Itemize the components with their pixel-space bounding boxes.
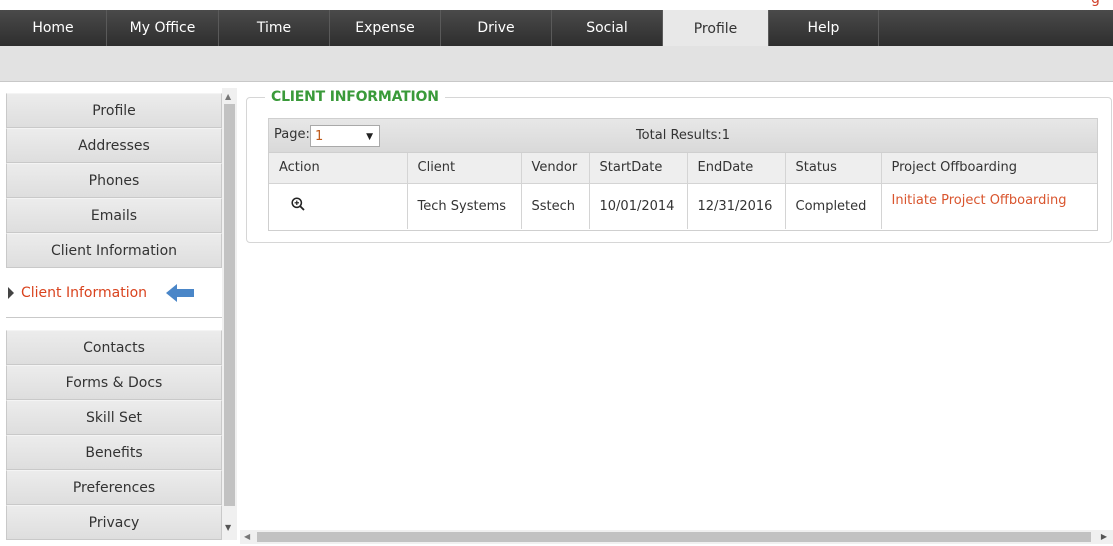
sidebar-item-benefits[interactable]: Benefits — [6, 435, 222, 470]
sub-toolbar — [0, 46, 1113, 82]
zoom-in-icon[interactable] — [291, 197, 305, 211]
sidebar-item-client-information[interactable]: Client Information — [6, 233, 222, 268]
client-cell: Tech Systems — [407, 182, 522, 229]
tab-help[interactable]: Help — [769, 10, 879, 46]
scrollbar-thumb[interactable] — [224, 104, 235, 506]
col-project-offboarding: Project Offboarding — [891, 160, 1017, 176]
col-startdate: StartDate — [589, 153, 688, 183]
initiate-offboarding-link[interactable]: Initiate Project Offboarding — [892, 193, 1067, 208]
sidebar-active-label: Client Information — [21, 284, 148, 301]
action-cell — [269, 182, 408, 229]
corner-mark: g — [1091, 0, 1105, 6]
scroll-left-icon[interactable]: ◀ — [244, 532, 250, 541]
sidebar-item-contacts[interactable]: Contacts — [6, 330, 222, 365]
sidebar-item-client-information-active[interactable]: Client Information — [6, 268, 222, 318]
profile-sidebar: Profile Addresses Phones Emails Client I… — [6, 93, 222, 540]
col-action: Action — [269, 153, 408, 183]
tab-expense[interactable]: Expense — [330, 10, 441, 46]
sidebar-scrollbar[interactable]: ▲ ▼ — [222, 88, 237, 540]
tab-time[interactable]: Time — [219, 10, 330, 46]
tab-profile[interactable]: Profile — [663, 10, 769, 47]
top-strip: g — [0, 0, 1113, 10]
col-vendor: Vendor — [521, 153, 590, 183]
sidebar-item-emails[interactable]: Emails — [6, 198, 222, 233]
h-scrollbar-thumb[interactable] — [257, 532, 1091, 542]
status-cell: Completed — [785, 182, 882, 229]
offboarding-cell: Initiate Project Offboarding — [881, 182, 1097, 229]
col-status: Status — [785, 153, 882, 183]
sidebar-item-phones[interactable]: Phones — [6, 163, 222, 198]
caret-right-icon — [8, 286, 14, 299]
grid-pager-bar: Page: 1 ▼ Total Results:1 — [269, 119, 1097, 153]
sidebar-spacer — [6, 318, 222, 330]
col-client: Client — [407, 153, 522, 183]
enddate-cell: 12/31/2016 — [687, 182, 786, 229]
sidebar-item-privacy[interactable]: Privacy — [6, 505, 222, 540]
sidebar-item-skill-set[interactable]: Skill Set — [6, 400, 222, 435]
sidebar-item-addresses[interactable]: Addresses — [6, 128, 222, 163]
sidebar-item-preferences[interactable]: Preferences — [6, 470, 222, 505]
main-nav: Home My Office Time Expense Drive Social… — [0, 10, 1113, 47]
tab-home[interactable]: Home — [0, 10, 107, 46]
scroll-down-icon[interactable]: ▼ — [225, 523, 231, 532]
sidebar-item-profile[interactable]: Profile — [6, 93, 222, 128]
total-results: Total Results:1 — [635, 128, 731, 143]
table-row: Tech Systems Sstech 10/01/2014 12/31/201… — [269, 182, 1097, 229]
section-legend: CLIENT INFORMATION — [265, 89, 445, 105]
client-table: Action Client Vendor StartDate EndDate S… — [269, 153, 1097, 229]
scroll-right-icon[interactable]: ▶ — [1101, 532, 1107, 541]
tab-social[interactable]: Social — [552, 10, 663, 46]
content-h-scrollbar[interactable]: ◀ ▶ — [240, 530, 1113, 544]
tab-drive[interactable]: Drive — [441, 10, 552, 46]
scroll-up-icon[interactable]: ▲ — [225, 92, 231, 101]
client-grid: Page: 1 ▼ Total Results:1 Action Client … — [268, 118, 1098, 231]
tab-my-office[interactable]: My Office — [107, 10, 219, 46]
col-enddate: EndDate — [687, 153, 786, 183]
sidebar-item-forms-docs[interactable]: Forms & Docs — [6, 365, 222, 400]
startdate-cell: 10/01/2014 — [589, 182, 688, 229]
vendor-cell: Sstech — [521, 182, 590, 229]
arrow-left-icon — [166, 284, 194, 302]
table-header-row: Action Client Vendor StartDate EndDate S… — [269, 153, 1097, 183]
